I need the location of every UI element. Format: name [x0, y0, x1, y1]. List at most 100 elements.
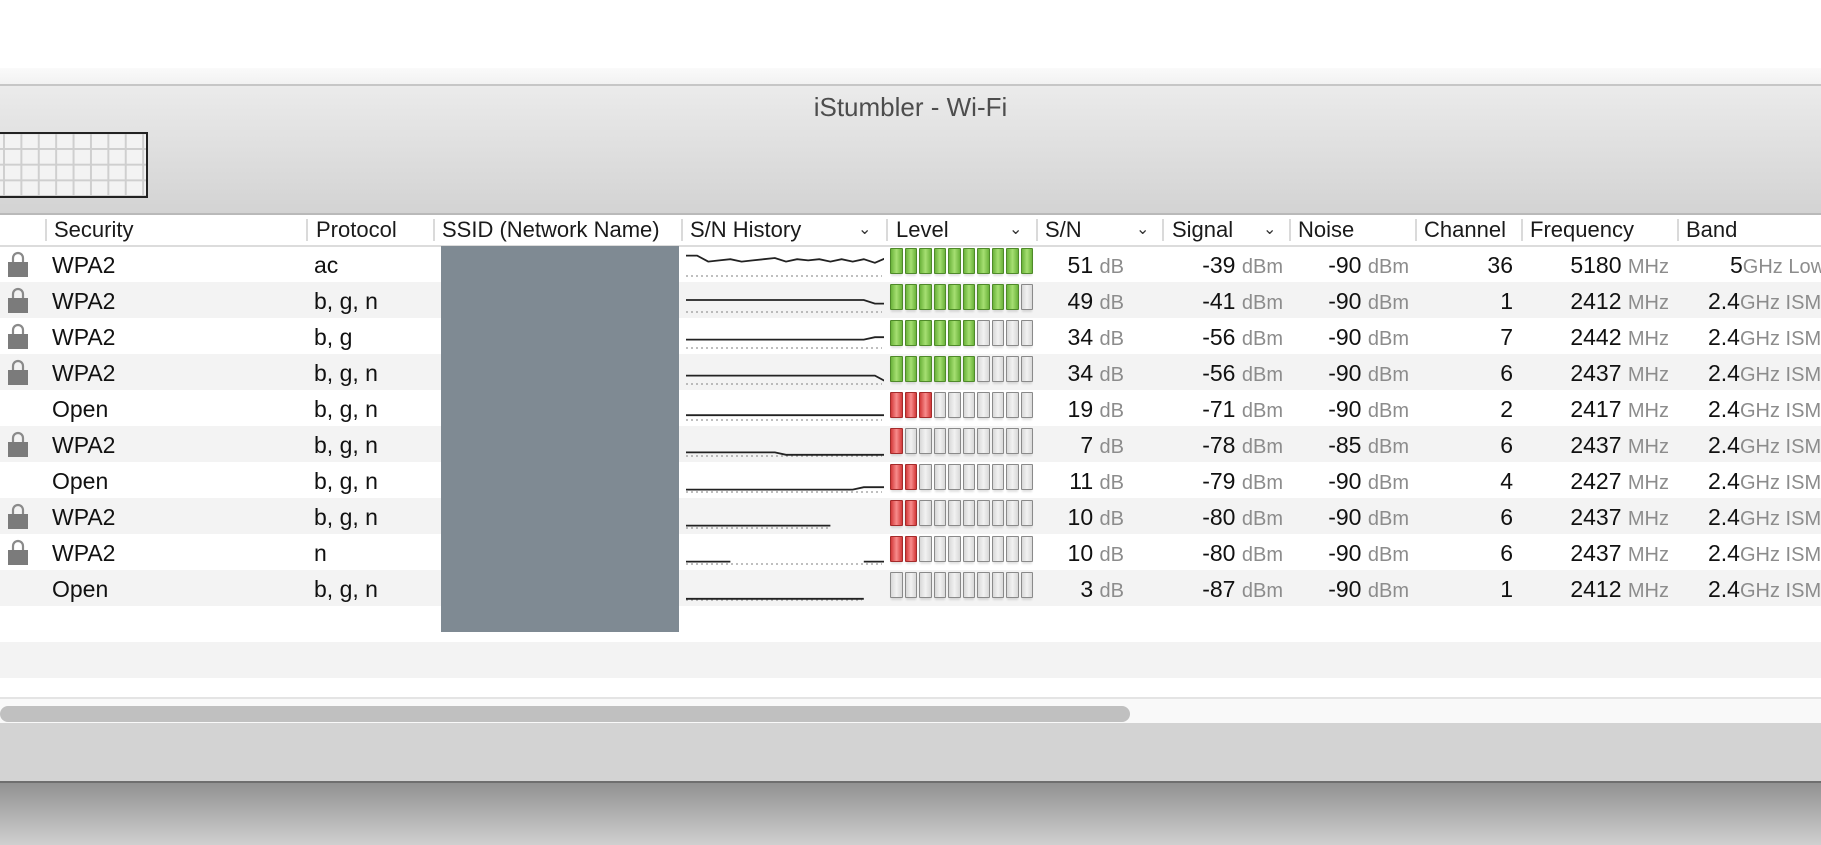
- signal-level-meter: [890, 392, 1033, 424]
- signal-level-meter: [890, 284, 1033, 316]
- sparkline-line: [686, 336, 884, 341]
- column-header-security[interactable]: Security: [54, 215, 133, 245]
- lock-icon: [8, 287, 28, 313]
- level-segment-filled: [890, 428, 903, 454]
- column-separator[interactable]: [1415, 219, 1417, 241]
- column-header-signal[interactable]: Signal: [1172, 215, 1233, 245]
- sn-cell: 49 dB: [1067, 288, 1124, 314]
- column-header-sn-history[interactable]: S/N History: [690, 215, 801, 245]
- level-segment-filled: [904, 284, 917, 310]
- channel-cell: 6: [1500, 540, 1513, 566]
- level-segment-filled: [962, 248, 975, 274]
- band-cell: 2.4GHz ISM: [1708, 576, 1821, 602]
- noise-cell: -90 dBm: [1328, 288, 1409, 314]
- frequency-cell: 2427 MHz: [1570, 468, 1669, 494]
- lock-icon: [8, 431, 28, 457]
- horizontal-scroll-thumb[interactable]: [0, 706, 1130, 722]
- noise-cell: -90 dBm: [1328, 324, 1409, 350]
- table-row[interactable]: Open b, g, n 11 dB -79 dBm -90 dBm 4 2427 MHz 2…: [0, 462, 1821, 498]
- table-row[interactable]: WPA2 ac 51 dB -39 dBm -90 dBm 36 5180 MHz 5GHz …: [0, 246, 1821, 282]
- level-segment-empty: [991, 428, 1004, 454]
- channel-cell: 36: [1487, 252, 1513, 278]
- chevron-down-icon[interactable]: ⌄: [1263, 215, 1276, 245]
- table-row[interactable]: WPA2 b, g, n 10 dB -80 dBm -90 dBm 6 2437 MHz 2…: [0, 498, 1821, 534]
- signal-cell: -56 dBm: [1202, 324, 1283, 350]
- noise-cell: -90 dBm: [1328, 252, 1409, 278]
- level-segment-empty: [948, 464, 961, 490]
- noise-cell: -90 dBm: [1328, 360, 1409, 386]
- level-segment-empty: [962, 572, 975, 598]
- sn-cell: 34 dB: [1067, 324, 1124, 350]
- protocol-cell: n: [314, 540, 327, 566]
- level-segment-filled: [948, 320, 961, 346]
- column-separator[interactable]: [306, 219, 308, 241]
- level-segment-empty: [991, 464, 1004, 490]
- band-cell: 2.4GHz ISM: [1708, 360, 1821, 386]
- table-row[interactable]: WPA2 b, g, n 49 dB -41 dBm -90 dBm 1 2412 MHz 2…: [0, 282, 1821, 318]
- table-row[interactable]: WPA2 n 10 dB -80 dBm -90 dBm 6 2437 MHz 2.4GHz …: [0, 534, 1821, 570]
- channel-grid-toolbar-widget[interactable]: [0, 132, 148, 198]
- signal-cell: -80 dBm: [1202, 504, 1283, 530]
- level-segment-empty: [1006, 536, 1019, 562]
- chevron-down-icon[interactable]: ⌄: [858, 215, 871, 245]
- channel-cell: 2: [1500, 396, 1513, 422]
- lock-icon: [8, 251, 28, 277]
- level-segment-empty: [919, 428, 932, 454]
- column-header-level[interactable]: Level: [896, 215, 949, 245]
- level-segment-empty: [1006, 392, 1019, 418]
- column-separator[interactable]: [1162, 219, 1164, 241]
- table-row[interactable]: WPA2 b, g, n 34 dB -56 dBm -90 dBm 6 2437 MHz 2…: [0, 354, 1821, 390]
- level-segment-filled: [962, 284, 975, 310]
- frequency-cell: 5180 MHz: [1570, 252, 1669, 278]
- column-header-frequency[interactable]: Frequency: [1530, 215, 1634, 245]
- column-header-band[interactable]: Band: [1686, 215, 1737, 245]
- ssid-redacted-block: [441, 246, 679, 632]
- table-row[interactable]: Open b, g, n 3 dB -87 dBm -90 dBm 1 2412 MHz 2.…: [0, 570, 1821, 606]
- level-segment-empty: [977, 356, 990, 382]
- column-separator[interactable]: [1521, 219, 1523, 241]
- level-segment-empty: [977, 392, 990, 418]
- column-header-ssid[interactable]: SSID (Network Name): [442, 215, 660, 245]
- column-separator[interactable]: [433, 219, 435, 241]
- chevron-down-icon[interactable]: ⌄: [1009, 215, 1022, 245]
- level-segment-empty: [933, 536, 946, 562]
- signal-level-meter: [890, 320, 1033, 352]
- sparkline-line: [686, 374, 884, 382]
- level-segment-empty: [1020, 428, 1033, 454]
- level-segment-empty: [1020, 536, 1033, 562]
- signal-level-meter: [890, 428, 1033, 460]
- column-header-channel[interactable]: Channel: [1424, 215, 1506, 245]
- security-cell: WPA2: [52, 252, 116, 278]
- frequency-cell: 2437 MHz: [1570, 360, 1669, 386]
- column-separator[interactable]: [1036, 219, 1038, 241]
- level-segment-filled: [991, 248, 1004, 274]
- level-segment-filled: [962, 356, 975, 382]
- level-segment-empty: [1006, 320, 1019, 346]
- level-segment-empty: [948, 392, 961, 418]
- column-header-sn[interactable]: S/N: [1045, 215, 1082, 245]
- level-segment-empty: [991, 536, 1004, 562]
- sn-history-sparkline: [686, 451, 884, 457]
- noise-cell: -90 dBm: [1328, 504, 1409, 530]
- horizontal-scrollbar[interactable]: [0, 697, 1821, 723]
- column-separator[interactable]: [1677, 219, 1679, 241]
- frequency-cell: 2437 MHz: [1570, 540, 1669, 566]
- column-header-protocol[interactable]: Protocol: [316, 215, 397, 245]
- table-row[interactable]: WPA2 b, g, n 7 dB -78 dBm -85 dBm 6 2437 MHz 2.…: [0, 426, 1821, 462]
- level-segment-filled: [904, 356, 917, 382]
- window-bottom-bar: [0, 723, 1821, 783]
- signal-cell: -87 dBm: [1202, 576, 1283, 602]
- level-segment-empty: [991, 392, 1004, 418]
- table-row[interactable]: Open b, g, n 19 dB -71 dBm -90 dBm 2 2417 MHz 2…: [0, 390, 1821, 426]
- column-separator[interactable]: [681, 219, 683, 241]
- protocol-cell: ac: [314, 252, 339, 278]
- channel-cell: 6: [1500, 432, 1513, 458]
- level-segment-filled: [1006, 284, 1019, 310]
- column-header-noise[interactable]: Noise: [1298, 215, 1354, 245]
- frequency-cell: 2412 MHz: [1570, 288, 1669, 314]
- chevron-down-icon[interactable]: ⌄: [1136, 215, 1149, 245]
- table-row[interactable]: WPA2 b, g 34 dB -56 dBm -90 dBm 7 2442 MHz 2.4G…: [0, 318, 1821, 354]
- column-separator[interactable]: [1289, 219, 1291, 241]
- column-separator[interactable]: [886, 219, 888, 241]
- column-separator[interactable]: [45, 219, 47, 241]
